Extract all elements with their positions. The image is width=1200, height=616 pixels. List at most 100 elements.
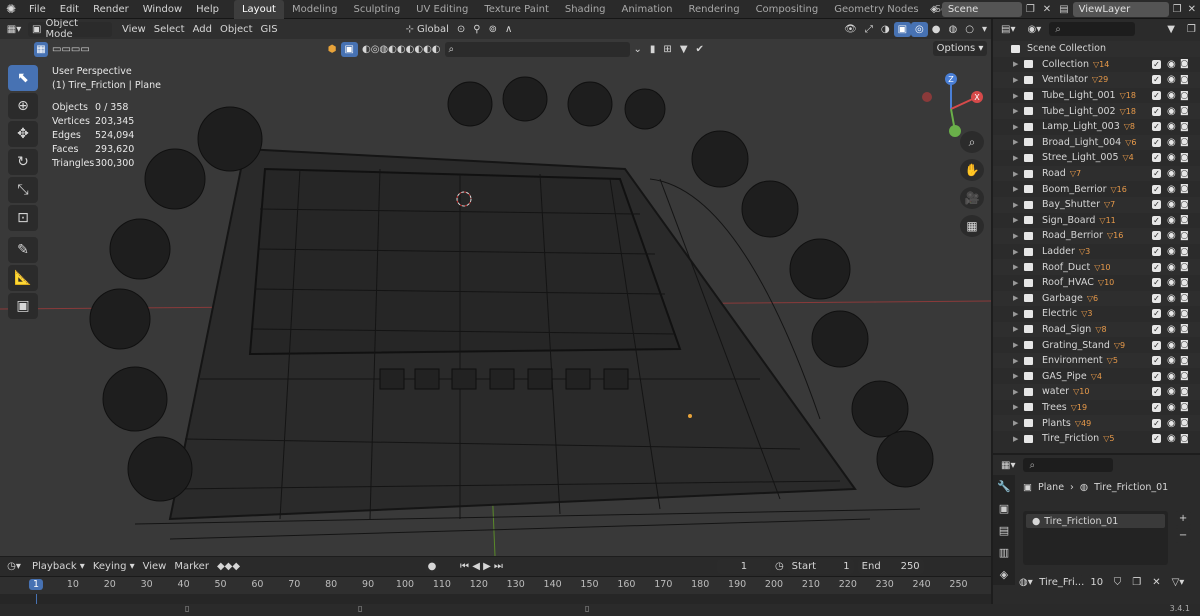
browse-material-icon[interactable]: ◍▾: [1015, 575, 1037, 590]
outliner-collection-row[interactable]: ▶ Collection ▽14 ✓ ◉ ◙: [993, 57, 1200, 73]
eye-icon[interactable]: ◉: [1167, 184, 1176, 195]
exclude-checkbox[interactable]: ✓: [1152, 231, 1161, 241]
eye-icon[interactable]: ◉: [1167, 168, 1176, 179]
exclude-checkbox[interactable]: ✓: [1152, 324, 1161, 334]
outliner-collection-row[interactable]: ▶ Garbage ▽6 ✓ ◉ ◙: [993, 290, 1200, 307]
outliner-editor-type-icon[interactable]: ▤▾: [997, 22, 1019, 37]
exclude-checkbox[interactable]: ✓: [1152, 371, 1161, 381]
expand-arrow-icon[interactable]: ▶: [1013, 201, 1018, 209]
exclude-checkbox[interactable]: ✓: [1152, 200, 1161, 210]
eye-icon[interactable]: ◉: [1167, 215, 1176, 226]
eye-icon[interactable]: ◉: [1167, 386, 1176, 397]
material-slot[interactable]: ● Tire_Friction_01: [1026, 514, 1165, 528]
expand-arrow-icon[interactable]: ▶: [1013, 138, 1018, 146]
view-menu[interactable]: View: [139, 559, 171, 574]
blender-logo-icon[interactable]: ✺: [0, 0, 22, 19]
render-camera-icon[interactable]: ◙: [1180, 184, 1189, 194]
eye-icon[interactable]: ◉: [1167, 90, 1176, 101]
3d-viewport[interactable]: ▦▾ ▣ Object Mode View Select Add Object …: [0, 19, 991, 556]
render-camera-icon[interactable]: ◙: [1180, 169, 1189, 179]
camera-icon[interactable]: 🎥: [960, 187, 984, 209]
pivot-icon[interactable]: ⊙: [453, 22, 469, 37]
select-modes-icon[interactable]: ▭▭▭▭: [48, 42, 94, 57]
render-camera-icon[interactable]: ◙: [1180, 122, 1189, 132]
render-camera-icon[interactable]: ◙: [1180, 247, 1189, 257]
editor-type-icon[interactable]: ▦▾: [0, 22, 28, 37]
eye-icon[interactable]: ◉: [1167, 277, 1176, 288]
menu-render[interactable]: Render: [86, 0, 136, 19]
unlink-material-icon[interactable]: ✕: [1148, 575, 1164, 590]
render-camera-icon[interactable]: ◙: [1180, 387, 1189, 397]
eye-icon[interactable]: ◉: [1167, 371, 1176, 382]
view-layer-icon[interactable]: ▤: [1055, 4, 1072, 15]
viewport-search-input[interactable]: ⌕: [444, 42, 630, 57]
eye-icon[interactable]: ◉: [1167, 137, 1176, 148]
outliner-collection-row[interactable]: ▶ Lamp_Light_003 ▽8 ✓ ◉ ◙: [993, 119, 1200, 135]
outliner-collection-row[interactable]: ▶ Road_Sign ▽8 ✓ ◉ ◙: [993, 321, 1200, 338]
menu-object[interactable]: Object: [216, 22, 257, 37]
record-icon[interactable]: ●: [424, 559, 441, 574]
menu-edit[interactable]: Edit: [53, 0, 86, 19]
menu-select[interactable]: Select: [150, 22, 189, 37]
eye-icon[interactable]: ◉: [1167, 59, 1176, 70]
tab-rendering[interactable]: Rendering: [680, 0, 747, 19]
tab-sculpting[interactable]: Sculpting: [345, 0, 408, 19]
delete-view-layer-icon[interactable]: ✕: [1186, 4, 1200, 15]
verify-icon[interactable]: ✔: [692, 42, 708, 57]
exclude-checkbox[interactable]: ✓: [1152, 340, 1161, 350]
playback-menu[interactable]: Playback ▾: [28, 559, 89, 574]
tab-shading[interactable]: Shading: [557, 0, 614, 19]
expand-arrow-icon[interactable]: ▶: [1013, 154, 1018, 162]
menu-window[interactable]: Window: [136, 0, 189, 19]
render-camera-icon[interactable]: ◙: [1180, 293, 1189, 303]
material-name-field[interactable]: Tire_Fri...: [1039, 575, 1084, 590]
render-tab-icon[interactable]: ▣: [993, 497, 1015, 519]
gizmo-icon[interactable]: ⤢: [861, 22, 877, 37]
exclude-checkbox[interactable]: ✓: [1152, 402, 1161, 412]
outliner-collection-row[interactable]: ▶ Roof_HVAC ▽10 ✓ ◉ ◙: [993, 275, 1200, 291]
current-frame-field[interactable]: 1: [716, 559, 771, 574]
eye-icon[interactable]: ◉: [1167, 293, 1176, 304]
snap-icon[interactable]: ⚲: [469, 22, 484, 37]
render-camera-icon[interactable]: ◙: [1180, 262, 1189, 272]
render-camera-icon[interactable]: ◙: [1180, 137, 1189, 147]
solid-shading-icon[interactable]: ●: [928, 22, 945, 37]
outliner-collection-row[interactable]: ▶ water ▽10 ✓ ◉ ◙: [993, 384, 1200, 400]
tab-uv-editing[interactable]: UV Editing: [408, 0, 476, 19]
new-scene-icon[interactable]: ❐: [1022, 4, 1039, 15]
render-camera-icon[interactable]: ◙: [1180, 371, 1189, 381]
eye-icon[interactable]: ◉: [1167, 199, 1176, 210]
fake-user-icon[interactable]: ⛉: [1110, 575, 1126, 590]
outliner-collection-row[interactable]: ▶ Trees ▽19 ✓ ◉ ◙: [993, 400, 1200, 416]
outliner-collection-row[interactable]: ▶ Plants ▽49 ✓ ◉ ◙: [993, 415, 1200, 431]
outliner-collection-row[interactable]: ▶ GAS_Pipe ▽4 ✓ ◉ ◙: [993, 368, 1200, 384]
eye-icon[interactable]: ◉: [1167, 106, 1176, 117]
outliner-collection-row[interactable]: ▶ Tube_Light_001 ▽18 ✓ ◉ ◙: [993, 88, 1200, 104]
view-layer-tab-icon[interactable]: ▥: [993, 541, 1015, 563]
bookmark-icon[interactable]: ▮: [646, 42, 660, 57]
overlay-icon[interactable]: ◑: [877, 22, 894, 37]
xray-icon[interactable]: ▣: [893, 21, 912, 37]
frame-ruler[interactable]: 1 10 20 30 40 50 60 70 80 90 100 110 120 130 140 150 160…: [0, 577, 991, 594]
exclude-checkbox[interactable]: ✓: [1152, 91, 1161, 101]
expand-arrow-icon[interactable]: ▶: [1013, 403, 1018, 411]
exclude-checkbox[interactable]: ✓: [1152, 387, 1161, 397]
object-filter-icon[interactable]: ▣: [340, 42, 358, 57]
scene-tab-icon[interactable]: ◈: [993, 563, 1015, 585]
outliner-collection-row[interactable]: ▶ Ventilator ▽29 ✓ ◉ ◙: [993, 72, 1200, 88]
sync-icon[interactable]: ⌄: [630, 42, 646, 57]
render-camera-icon[interactable]: ◙: [1180, 324, 1189, 334]
start-frame-field[interactable]: Start 1: [787, 559, 854, 574]
exclude-checkbox[interactable]: ✓: [1152, 293, 1161, 303]
render-camera-icon[interactable]: ◙: [1180, 278, 1189, 288]
outliner-collection-row[interactable]: ▶ Tire_Friction ▽5 ✓ ◉ ◙: [993, 431, 1200, 447]
exclude-checkbox[interactable]: ✓: [1152, 247, 1161, 257]
falloff-icon[interactable]: ∧: [501, 22, 516, 37]
add-cube-tool-icon[interactable]: ▣: [8, 293, 38, 319]
scene-icon[interactable]: ◈: [926, 4, 942, 15]
exclude-checkbox[interactable]: ✓: [1152, 106, 1161, 116]
outliner-collection-row[interactable]: ▶ Bay_Shutter ▽7 ✓ ◉ ◙: [993, 196, 1200, 213]
display-mode-icon[interactable]: ◉▾: [1023, 22, 1045, 37]
exclude-checkbox[interactable]: ✓: [1152, 122, 1161, 132]
expand-arrow-icon[interactable]: ▶: [1013, 76, 1018, 84]
